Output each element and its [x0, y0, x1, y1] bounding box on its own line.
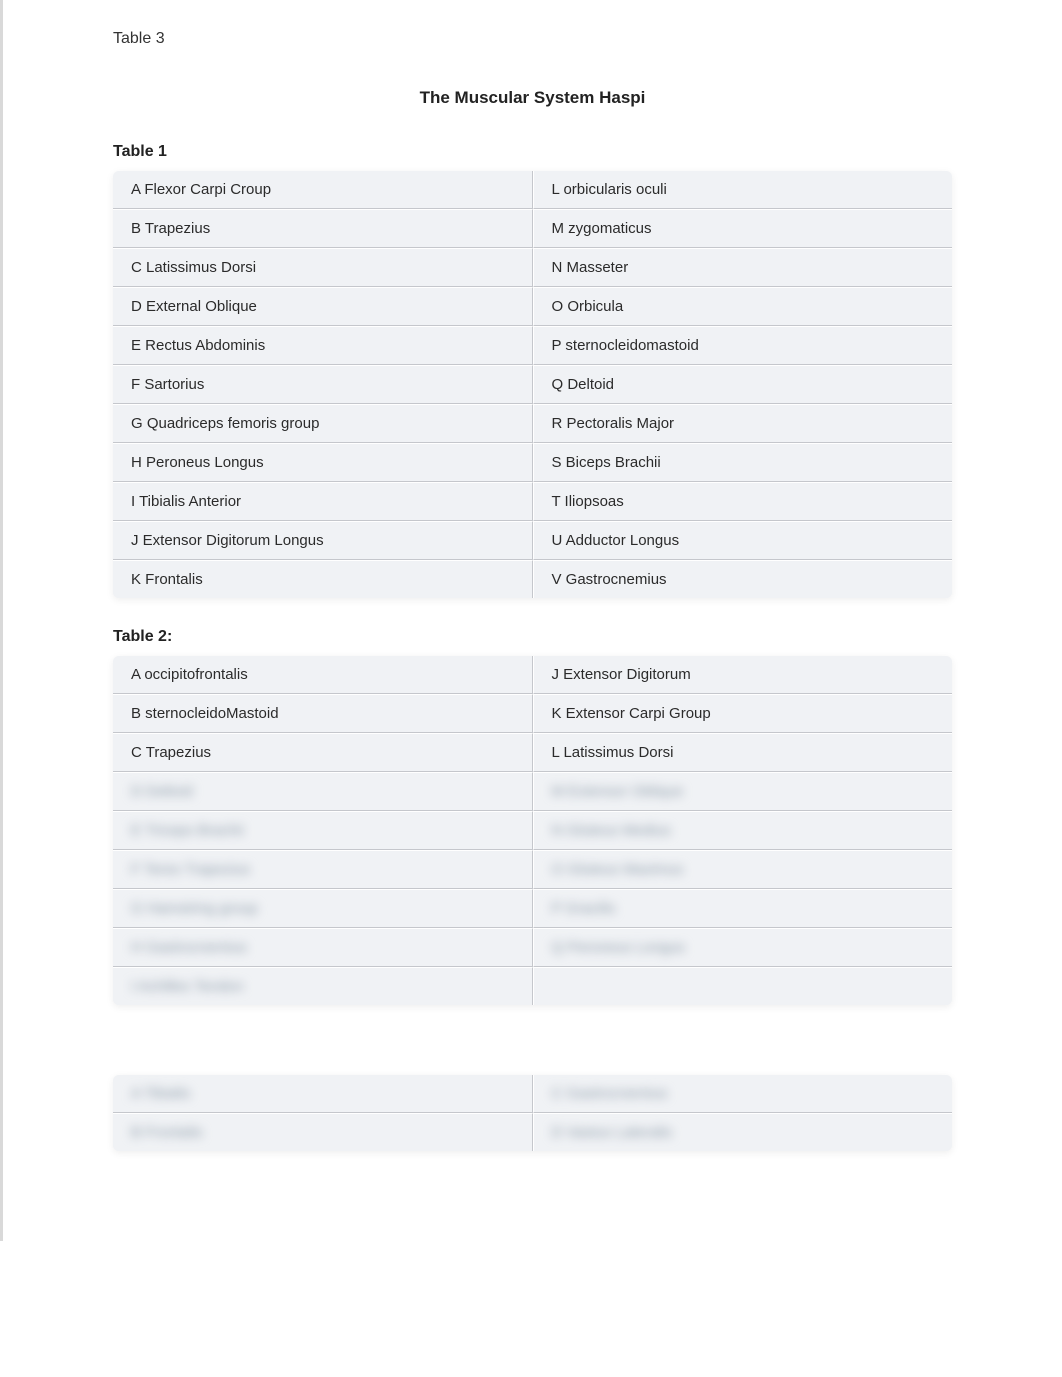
cell-right: V Gastrocnemius: [533, 560, 953, 598]
table-row: D External ObliqueO Orbicula: [113, 287, 952, 326]
cell-left: I Achilles Tendon: [113, 967, 533, 1005]
table-row: G Quadriceps femoris groupR Pectoralis M…: [113, 404, 952, 443]
table-row: J Extensor Digitorum LongusU Adductor Lo…: [113, 521, 952, 560]
cell-left: D Deltoid: [113, 772, 533, 811]
cell-left: G Quadriceps femoris group: [113, 404, 533, 443]
cell-left: J Extensor Digitorum Longus: [113, 521, 533, 560]
cell-right: U Adductor Longus: [533, 521, 953, 560]
cell-right: R Pectoralis Major: [533, 404, 953, 443]
spacer: [3, 1035, 1062, 1075]
table2-heading: Table 2:: [3, 628, 1062, 646]
cell-left: A occipitofrontalis: [113, 656, 533, 694]
cell-left: K Frontalis: [113, 560, 533, 598]
cell-right: Q Peroneus Longus: [533, 928, 953, 967]
table1: A Flexor Carpi CroupL orbicularis oculi …: [113, 171, 952, 598]
table1-container: A Flexor Carpi CroupL orbicularis oculi …: [113, 171, 952, 598]
cell-left: H Gastrocnemius: [113, 928, 533, 967]
cell-right: P sternocleidomastoid: [533, 326, 953, 365]
cell-left: C Latissimus Dorsi: [113, 248, 533, 287]
table-row-hidden: I Achilles Tendon: [113, 967, 952, 1005]
page-title: The Muscular System Haspi: [3, 88, 1062, 108]
table-row: C TrapeziusL Latissimus Dorsi: [113, 733, 952, 772]
cell-left: B Frontalis: [113, 1113, 533, 1151]
cell-right: J Extensor Digitorum: [533, 656, 953, 694]
table-row: B sternocleidoMastoidK Extensor Carpi Gr…: [113, 694, 952, 733]
table-row: K FrontalisV Gastrocnemius: [113, 560, 952, 598]
table-row-hidden: A TibialisC Gastrocnemius: [113, 1075, 952, 1113]
table-row-hidden: G Hamstring groupP Gracilis: [113, 889, 952, 928]
cell-right: D Vastus Lateralis: [533, 1113, 953, 1151]
cell-right: C Gastrocnemius: [533, 1075, 953, 1113]
table-row: A Flexor Carpi CroupL orbicularis oculi: [113, 171, 952, 209]
cell-left: F Sartorius: [113, 365, 533, 404]
table-row: I Tibialis AnteriorT Iliopsoas: [113, 482, 952, 521]
table-row-hidden: B FrontalisD Vastus Lateralis: [113, 1113, 952, 1151]
cell-right: L orbicularis oculi: [533, 171, 953, 209]
cell-left: I Tibialis Anterior: [113, 482, 533, 521]
cell-right: S Biceps Brachii: [533, 443, 953, 482]
table-row: F SartoriusQ Deltoid: [113, 365, 952, 404]
cell-right: K Extensor Carpi Group: [533, 694, 953, 733]
cell-left: A Flexor Carpi Croup: [113, 171, 533, 209]
table-row-hidden: H GastrocnemiusQ Peroneus Longus: [113, 928, 952, 967]
cell-right: N Gluteus Medius: [533, 811, 953, 850]
cell-right: N Masseter: [533, 248, 953, 287]
page-top-label: Table 3: [3, 30, 1062, 48]
table-row: E Rectus AbdominisP sternocleidomastoid: [113, 326, 952, 365]
table2-container: A occipitofrontalisJ Extensor Digitorum …: [113, 656, 952, 1005]
cell-right: O Gluteus Maximus: [533, 850, 953, 889]
table3-preview: A TibialisC Gastrocnemius B FrontalisD V…: [113, 1075, 952, 1151]
table-row: B TrapeziusM zygomaticus: [113, 209, 952, 248]
table-row: H Peroneus LongusS Biceps Brachii: [113, 443, 952, 482]
cell-left: B sternocleidoMastoid: [113, 694, 533, 733]
table-row: C Latissimus DorsiN Masseter: [113, 248, 952, 287]
cell-right: L Latissimus Dorsi: [533, 733, 953, 772]
table-row-hidden: F Teres TrapeziusO Gluteus Maximus: [113, 850, 952, 889]
cell-right: P Gracilis: [533, 889, 953, 928]
table1-heading: Table 1: [3, 143, 1062, 161]
cell-left: E Rectus Abdominis: [113, 326, 533, 365]
table-row-hidden: E Triceps BrachiiN Gluteus Medius: [113, 811, 952, 850]
cell-left: H Peroneus Longus: [113, 443, 533, 482]
cell-left: A Tibialis: [113, 1075, 533, 1113]
cell-left: B Trapezius: [113, 209, 533, 248]
cell-right: T Iliopsoas: [533, 482, 953, 521]
cell-right: M zygomaticus: [533, 209, 953, 248]
cell-right: Q Deltoid: [533, 365, 953, 404]
cell-right: M Extensor Oblique: [533, 772, 953, 811]
table3-preview-container: A TibialisC Gastrocnemius B FrontalisD V…: [113, 1075, 952, 1151]
table2: A occipitofrontalisJ Extensor Digitorum …: [113, 656, 952, 1005]
cell-left: E Triceps Brachii: [113, 811, 533, 850]
table-row-hidden: D DeltoidM Extensor Oblique: [113, 772, 952, 811]
cell-left: D External Oblique: [113, 287, 533, 326]
table-row: A occipitofrontalisJ Extensor Digitorum: [113, 656, 952, 694]
cell-right: O Orbicula: [533, 287, 953, 326]
cell-left: G Hamstring group: [113, 889, 533, 928]
cell-right: [533, 967, 953, 1005]
cell-left: C Trapezius: [113, 733, 533, 772]
document-page: Table 3 The Muscular System Haspi Table …: [0, 0, 1062, 1241]
cell-left: F Teres Trapezius: [113, 850, 533, 889]
